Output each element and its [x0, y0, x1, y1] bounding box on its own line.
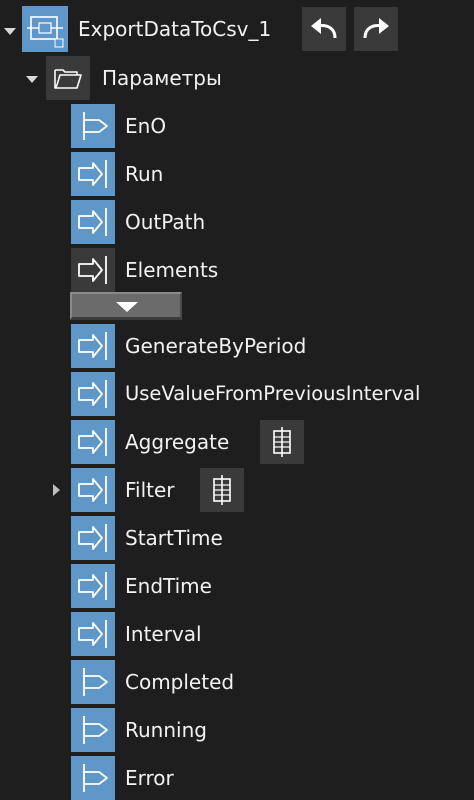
root-expand-caret[interactable] [4, 28, 16, 35]
input-port-icon [71, 152, 115, 196]
param-label-outpath[interactable]: OutPath [125, 210, 205, 234]
param-label-generatebyperiod[interactable]: GenerateByPeriod [125, 334, 306, 358]
output-port-icon [71, 660, 115, 704]
elements-dropdown[interactable] [70, 292, 182, 320]
history-list-icon[interactable] [200, 468, 244, 512]
redo-arrow-icon[interactable] [354, 7, 398, 51]
output-port-icon [71, 708, 115, 752]
function-block-icon [22, 6, 68, 52]
param-label-aggregate[interactable]: Aggregate [125, 430, 229, 454]
param-label-starttime[interactable]: StartTime [125, 526, 223, 550]
input-port-icon [71, 612, 115, 656]
chevron-down-icon [116, 302, 138, 312]
input-port-icon [71, 516, 115, 560]
param-label-completed[interactable]: Completed [125, 670, 234, 694]
param-label-endtime[interactable]: EndTime [125, 574, 212, 598]
input-port-icon [71, 372, 115, 416]
folder-open-icon [46, 56, 90, 100]
input-port-icon [71, 468, 115, 512]
param-label-eno[interactable]: EnO [125, 114, 166, 138]
undo-arrow-icon[interactable] [302, 7, 346, 51]
params-expand-caret[interactable] [26, 76, 38, 83]
param-label-usevaluefrompreviousinterval[interactable]: UseValueFromPreviousInterval [125, 382, 420, 406]
params-folder-label[interactable]: Параметры [102, 66, 222, 90]
param-label-elements[interactable]: Elements [125, 258, 218, 282]
param-label-interval[interactable]: Interval [125, 622, 202, 646]
output-port-icon [71, 104, 115, 148]
param-label-run[interactable]: Run [125, 162, 163, 186]
input-port-icon [71, 564, 115, 608]
input-port-icon [71, 324, 115, 368]
input-port-icon [71, 248, 115, 292]
filter-expand-caret[interactable] [53, 484, 60, 496]
output-port-icon [71, 756, 115, 800]
input-port-icon [71, 200, 115, 244]
param-label-filter[interactable]: Filter [125, 478, 175, 502]
root-label[interactable]: ExportDataToCsv_1 [78, 17, 271, 41]
param-label-running[interactable]: Running [125, 718, 207, 742]
history-list-icon[interactable] [260, 420, 304, 464]
input-port-icon [71, 420, 115, 464]
param-label-error[interactable]: Error [125, 766, 174, 790]
